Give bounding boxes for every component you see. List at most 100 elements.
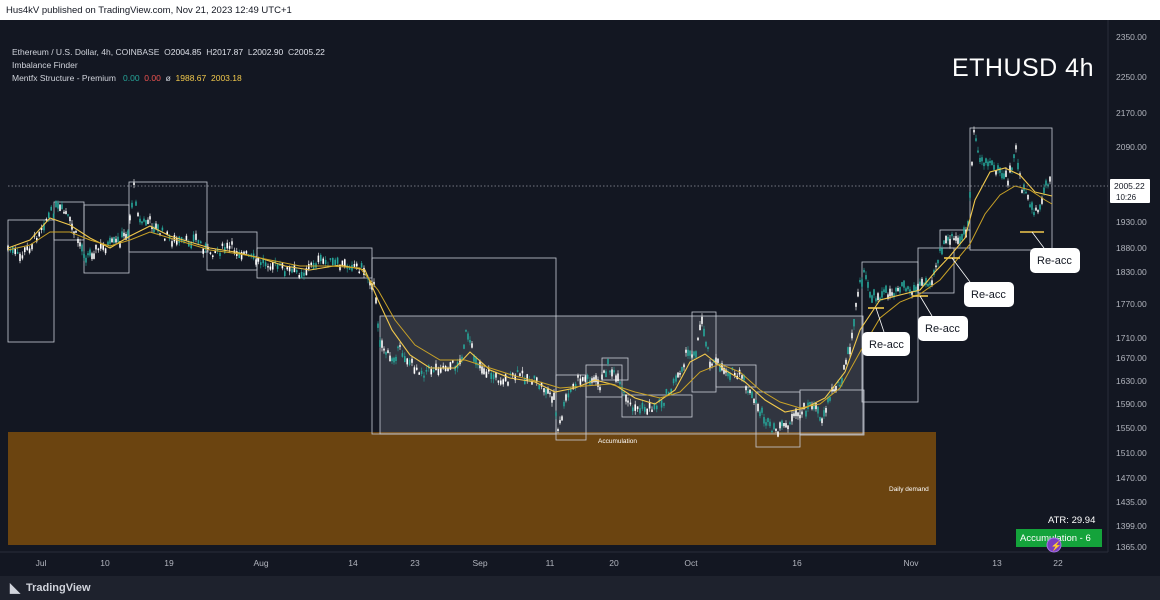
- reacc-label-1: Re-acc: [869, 339, 904, 351]
- candle-body: [897, 288, 899, 292]
- candle-body: [675, 375, 677, 382]
- legend-close: 2005.22: [294, 47, 325, 57]
- price-tick-label: 2170.00: [1116, 108, 1147, 118]
- candle-body: [693, 351, 695, 356]
- candle-body: [463, 344, 465, 349]
- candle-body: [755, 400, 757, 404]
- candle-body: [599, 387, 601, 391]
- candle-body: [943, 240, 945, 245]
- chart-title: ETHUSD 4h: [951, 54, 1094, 82]
- candle-body: [865, 275, 867, 280]
- candle-body: [219, 252, 221, 257]
- price-tick-label: 2090.00: [1116, 142, 1147, 152]
- candle-body: [543, 388, 545, 393]
- candle-body: [16, 251, 19, 254]
- candle-body: [97, 248, 100, 251]
- candle-body: [679, 373, 681, 375]
- accumulation-label: Accumulation: [598, 438, 637, 445]
- candle-body: [607, 358, 609, 364]
- price-tick-label: 1710.00: [1116, 333, 1147, 343]
- candle-body: [465, 329, 467, 332]
- footer-brand[interactable]: TradingView: [26, 582, 91, 594]
- candle-body: [963, 227, 965, 235]
- candle-body: [613, 370, 615, 373]
- candle-body: [26, 246, 28, 250]
- time-tick-label: 14: [348, 558, 358, 568]
- tradingview-logo-icon[interactable]: ◣: [10, 580, 20, 596]
- candle-body: [883, 289, 885, 293]
- legend-open: 2004.85: [170, 47, 202, 57]
- candle-body: [937, 259, 939, 264]
- candle-body: [185, 235, 188, 241]
- candle-body: [859, 280, 861, 283]
- candle-body: [955, 236, 957, 241]
- candle-body: [95, 244, 97, 250]
- candle-body: [397, 346, 399, 349]
- candle-body: [425, 370, 428, 372]
- candle-body: [557, 429, 559, 431]
- candle-body: [582, 377, 584, 381]
- candle-body: [843, 364, 845, 370]
- candle-body: [603, 370, 605, 373]
- candle-body: [779, 422, 781, 429]
- candle-body: [567, 393, 570, 398]
- current-price-countdown: 10:26: [1116, 193, 1137, 202]
- candle-body: [553, 392, 555, 400]
- price-chart[interactable]: Daily demand Accumulation 2350.002250.00…: [0, 20, 1160, 576]
- candle-body: [1013, 154, 1015, 159]
- candle-body: [919, 281, 921, 286]
- candle-body: [665, 389, 668, 394]
- candle-body: [115, 238, 117, 243]
- candle-body: [1021, 189, 1023, 193]
- candle-body: [104, 248, 107, 254]
- candle-body: [300, 272, 303, 279]
- candle-body: [975, 138, 977, 141]
- candle-body: [825, 408, 827, 413]
- candle-body: [703, 328, 705, 337]
- legend-high: 2017.87: [212, 47, 244, 57]
- candle-body: [360, 263, 363, 268]
- candle-body: [799, 415, 801, 419]
- candle-body: [749, 389, 751, 393]
- candle-body: [985, 158, 987, 163]
- legend-indicator-2-row[interactable]: Mentfx Structure - Premium 0.00 0.00 ø 1…: [12, 72, 325, 85]
- candle-body: [961, 233, 963, 241]
- price-tick-label: 1365.00: [1116, 542, 1147, 552]
- candle-body: [339, 265, 341, 271]
- time-tick-label: Jul: [36, 558, 47, 568]
- candle-body: [69, 216, 71, 222]
- candle-body: [1015, 145, 1017, 150]
- daily-demand-label: Daily demand: [889, 486, 929, 493]
- candle-body: [777, 431, 779, 437]
- candle-body: [741, 375, 743, 379]
- candle-body: [504, 374, 507, 382]
- candle-body: [377, 323, 379, 328]
- candle-body: [815, 403, 817, 410]
- candle-body: [586, 374, 589, 379]
- candle-body: [817, 406, 819, 414]
- candle-body: [929, 282, 931, 286]
- candle-body: [769, 421, 771, 427]
- candle-body: [63, 211, 65, 214]
- candle-body: [833, 389, 835, 392]
- legend-indicator-2: Mentfx Structure - Premium: [12, 73, 116, 83]
- time-tick-label: 23: [410, 558, 420, 568]
- candle-body: [245, 251, 248, 254]
- candle-body: [899, 287, 901, 293]
- candle-body: [147, 219, 149, 224]
- candle-body: [149, 216, 151, 220]
- candle-body: [272, 262, 274, 270]
- candle-body: [951, 233, 953, 237]
- candle-body: [202, 248, 204, 254]
- candle-body: [707, 347, 709, 349]
- candle-body: [549, 392, 551, 395]
- candle-body: [663, 403, 665, 406]
- candle-body: [173, 235, 176, 242]
- candle-body: [751, 391, 753, 399]
- candle-body: [131, 202, 133, 208]
- candle-body: [559, 420, 561, 424]
- legend-indicator-1[interactable]: Imbalance Finder: [12, 59, 325, 72]
- chart-frame[interactable]: Daily demand Accumulation 2350.00 2250.0…: [0, 20, 1160, 576]
- candle-body: [24, 247, 26, 253]
- candle-body: [993, 164, 995, 170]
